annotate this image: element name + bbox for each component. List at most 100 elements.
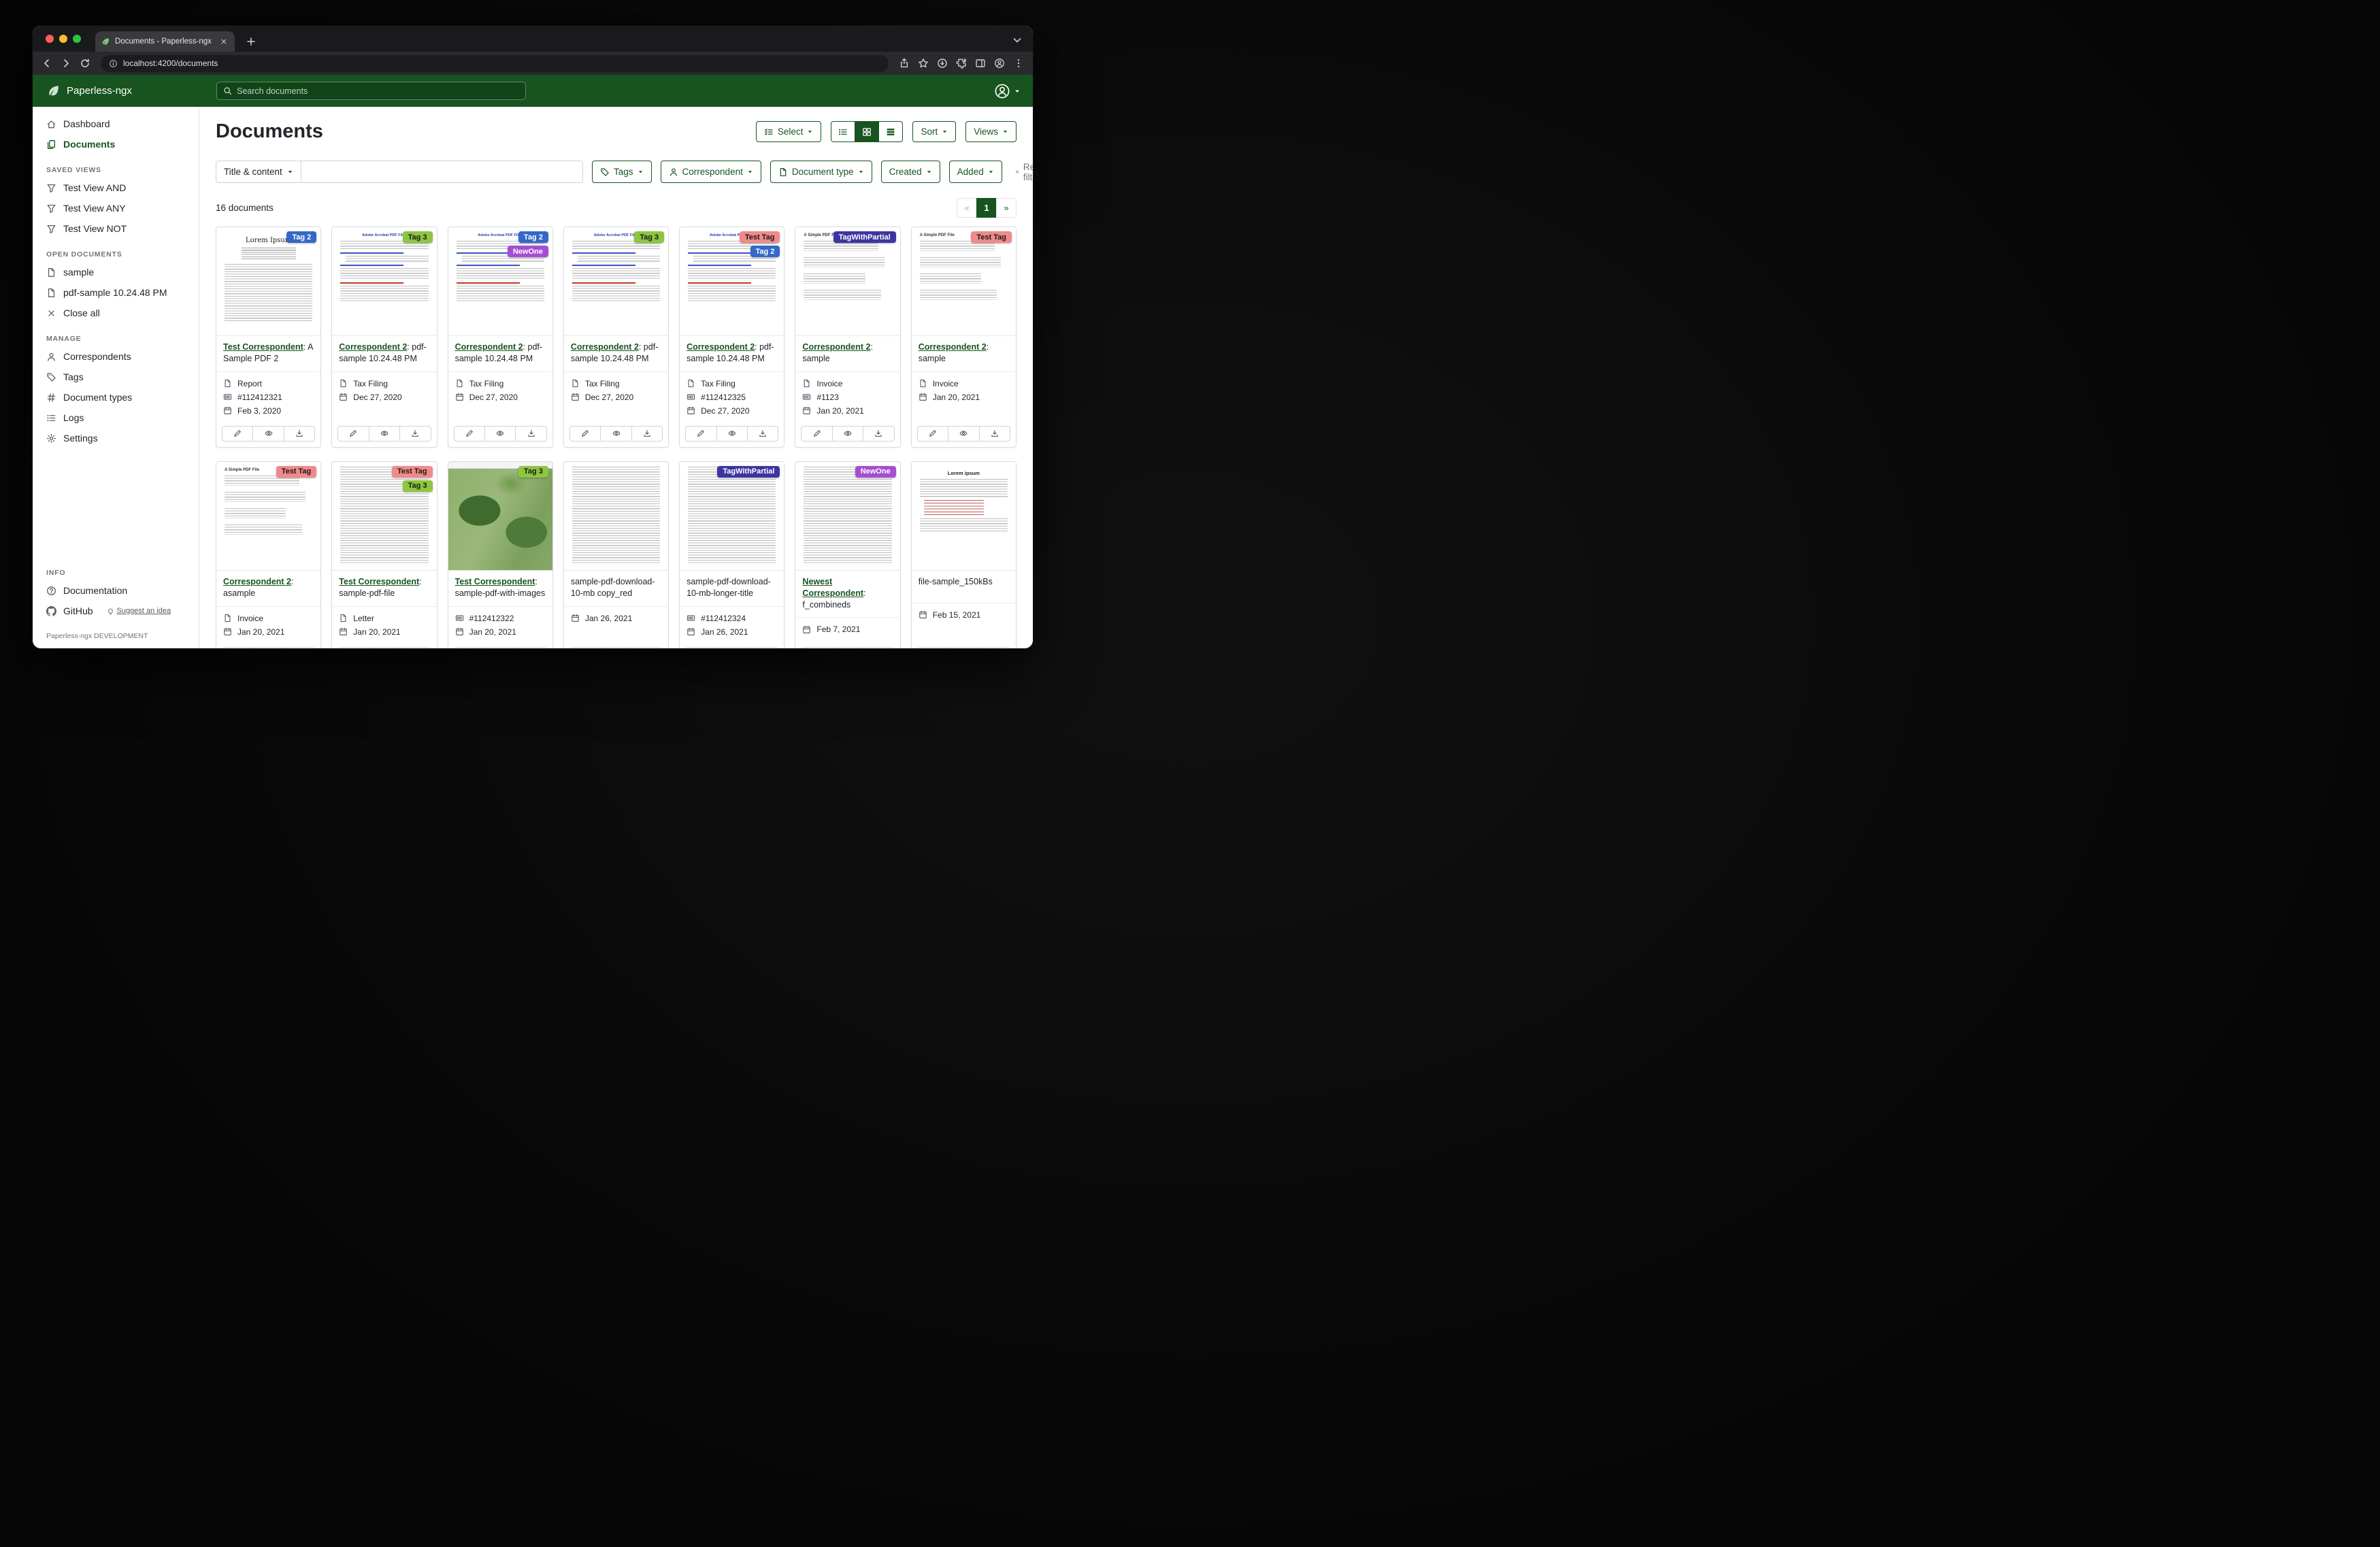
correspondent-link[interactable]: Correspondent 2 xyxy=(919,342,987,352)
edit-button[interactable] xyxy=(222,426,253,442)
share-button[interactable] xyxy=(895,54,913,72)
global-search-input[interactable] xyxy=(237,86,519,96)
download-button[interactable] xyxy=(747,647,778,649)
edit-button[interactable] xyxy=(917,426,948,442)
tag-badge-tag-3[interactable]: Tag 3 xyxy=(403,480,433,492)
download-button[interactable] xyxy=(515,426,546,442)
reload-button[interactable] xyxy=(76,54,94,72)
maximize-window-button[interactable] xyxy=(73,35,81,43)
download-button[interactable] xyxy=(399,647,431,649)
sidebar-item-github[interactable]: GitHubSuggest an idea xyxy=(33,601,199,621)
sort-button[interactable]: Sort xyxy=(912,121,956,142)
edit-button[interactable] xyxy=(222,647,253,649)
view-button[interactable] xyxy=(600,426,631,442)
download-button[interactable] xyxy=(979,647,1010,649)
correspondent-link[interactable]: Correspondent 2 xyxy=(571,342,639,352)
tag-badge-tag-3[interactable]: Tag 3 xyxy=(634,231,664,243)
edit-button[interactable] xyxy=(337,426,369,442)
download-button[interactable] xyxy=(863,647,894,649)
page-1-button[interactable]: 1 xyxy=(976,198,997,218)
document-title[interactable]: Test Correspondent: A Sample PDF 2 xyxy=(216,336,320,372)
tag-badge-test-tag[interactable]: Test Tag xyxy=(740,231,780,243)
download-button[interactable] xyxy=(399,426,431,442)
view-list-button[interactable] xyxy=(831,121,855,142)
tag-badge-newone[interactable]: NewOne xyxy=(855,466,896,478)
added-filter-button[interactable]: Added xyxy=(949,161,1002,183)
app-brand[interactable]: Paperless-ngx xyxy=(33,84,199,98)
view-button[interactable] xyxy=(716,426,748,442)
views-button[interactable]: Views xyxy=(965,121,1017,142)
tag-badge-test-tag[interactable]: Test Tag xyxy=(276,466,317,478)
sidebar-item-correspondents[interactable]: Correspondents xyxy=(33,346,199,367)
document-title[interactable]: Correspondent 2: sample xyxy=(912,336,1016,372)
view-button[interactable] xyxy=(484,426,516,442)
edit-button[interactable] xyxy=(454,426,485,442)
document-thumbnail[interactable]: Test TagTag 3 xyxy=(332,462,436,571)
edit-button[interactable] xyxy=(685,647,716,649)
correspondent-link[interactable]: Correspondent 2 xyxy=(455,342,523,352)
document-title[interactable]: Correspondent 2: asample xyxy=(216,571,320,607)
page-next-button[interactable]: » xyxy=(996,198,1017,218)
profile-button[interactable] xyxy=(991,54,1008,72)
document-thumbnail[interactable]: NewOne xyxy=(795,462,899,571)
side-panel-button[interactable] xyxy=(972,54,989,72)
view-grid-button[interactable] xyxy=(855,121,879,142)
sidebar-item-logs[interactable]: Logs xyxy=(33,407,199,428)
view-button[interactable] xyxy=(369,426,400,442)
address-bar[interactable]: localhost:4200/documents xyxy=(101,55,889,72)
sidebar-item-sample[interactable]: sample xyxy=(33,262,199,282)
sidebar-item-close-all[interactable]: Close all xyxy=(33,303,199,323)
document-thumbnail[interactable]: Adobe Acrobat PDF Files Tag 3 xyxy=(564,227,668,336)
edit-button[interactable] xyxy=(801,647,832,649)
edit-button[interactable] xyxy=(569,426,601,442)
sidebar-item-documentation[interactable]: Documentation xyxy=(33,580,199,601)
view-button[interactable] xyxy=(484,647,516,649)
sidebar-item-settings[interactable]: Settings xyxy=(33,428,199,448)
document-thumbnail[interactable]: Adobe Acrobat PDF Files Test TagTag 2 xyxy=(680,227,784,336)
tags-filter-button[interactable]: Tags xyxy=(592,161,652,183)
document-thumbnail[interactable]: A Simple PDF File Test Tag xyxy=(216,462,320,571)
correspondent-filter-button[interactable]: Correspondent xyxy=(661,161,761,183)
bookmark-star-button[interactable] xyxy=(914,54,932,72)
close-window-button[interactable] xyxy=(46,35,54,43)
edit-button[interactable] xyxy=(917,647,948,649)
download-button[interactable] xyxy=(979,426,1010,442)
correspondent-link[interactable]: Correspondent 2 xyxy=(687,342,755,352)
edit-button[interactable] xyxy=(454,647,485,649)
sidebar-item-test-view-and[interactable]: Test View AND xyxy=(33,178,199,198)
sidebar-item-dashboard[interactable]: Dashboard xyxy=(33,114,199,134)
tag-badge-tag-3[interactable]: Tag 3 xyxy=(518,466,548,478)
edit-button[interactable] xyxy=(801,426,832,442)
browser-tab[interactable]: Documents - Paperless-ngx xyxy=(95,31,235,52)
tag-badge-tagwithpartial[interactable]: TagWithPartial xyxy=(833,231,896,243)
view-button[interactable] xyxy=(948,647,979,649)
sidebar-item-test-view-any[interactable]: Test View ANY xyxy=(33,198,199,218)
download-button[interactable] xyxy=(631,647,663,649)
document-thumbnail[interactable]: A Simple PDF File TagWithPartial xyxy=(795,227,899,336)
document-title[interactable]: Correspondent 2: pdf-sample 10.24.48 PM xyxy=(680,336,784,372)
document-title[interactable]: Correspondent 2: pdf-sample 10.24.48 PM xyxy=(332,336,436,372)
document-title[interactable]: Correspondent 2: sample xyxy=(795,336,899,372)
view-details-button[interactable] xyxy=(878,121,903,142)
document-title[interactable]: Correspondent 2: pdf-sample 10.24.48 PM xyxy=(564,336,668,372)
filter-field-button[interactable]: Title & content xyxy=(216,161,301,183)
sidebar-item-test-view-not[interactable]: Test View NOT xyxy=(33,218,199,239)
new-tab-button[interactable] xyxy=(242,33,260,50)
document-thumbnail[interactable]: TagWithPartial xyxy=(680,462,784,571)
document-thumbnail[interactable] xyxy=(564,462,668,571)
correspondent-link[interactable]: Test Correspondent xyxy=(339,577,419,586)
sidebar-item-document-types[interactable]: Document types xyxy=(33,387,199,407)
tab-search-chevron-button[interactable] xyxy=(1008,31,1026,49)
download-button[interactable] xyxy=(863,426,894,442)
document-type-filter-button[interactable]: Document type xyxy=(770,161,872,183)
tag-badge-tag-3[interactable]: Tag 3 xyxy=(403,231,433,243)
sidebar-item-documents[interactable]: Documents xyxy=(33,134,199,154)
document-title[interactable]: Test Correspondent: sample-pdf-with-imag… xyxy=(448,571,552,607)
filter-text-input[interactable] xyxy=(301,161,583,183)
download-button[interactable] xyxy=(515,647,546,649)
download-button[interactable] xyxy=(747,426,778,442)
document-thumbnail[interactable]: A Simple PDF File Test Tag xyxy=(912,227,1016,336)
tag-badge-tag-2[interactable]: Tag 2 xyxy=(286,231,316,243)
document-thumbnail[interactable]: Lorem Ipsum Tag 2 xyxy=(216,227,320,336)
view-button[interactable] xyxy=(948,426,979,442)
